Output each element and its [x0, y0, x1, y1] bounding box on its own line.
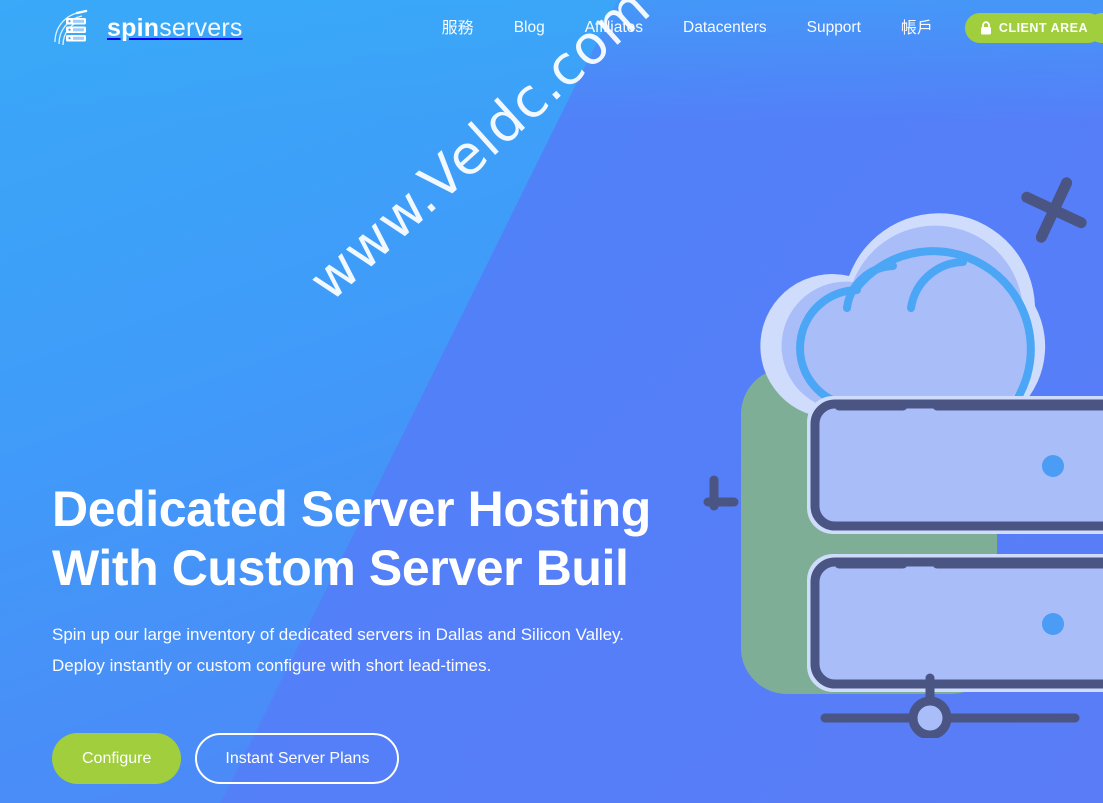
hero-copy: Dedicated Server Hosting With Custom Ser…: [52, 480, 752, 682]
server-rack-swoosh-icon: [54, 9, 88, 46]
nav-item-affiliates[interactable]: Affiliates: [565, 0, 663, 56]
nav-item-support[interactable]: Support: [787, 0, 881, 56]
hero-page: www.Veldc.com spinservers 服務 Blog Affili…: [0, 0, 1103, 803]
brand-wordmark: spinservers: [107, 13, 243, 42]
cloud-server-rack-illustration: [683, 0, 1103, 803]
hero-cta-group: Configure Instant Server Plans: [52, 733, 400, 784]
nav-item-account[interactable]: 帳戶: [881, 0, 953, 56]
server-rack-icon-2-led: [1042, 613, 1064, 635]
nav-item-services[interactable]: 服務: [422, 0, 494, 56]
brand-name-light: servers: [159, 13, 243, 42]
lock-icon: [980, 21, 991, 35]
client-area-label: CLIENT AREA: [998, 21, 1088, 35]
page-title: Dedicated Server Hosting With Custom Ser…: [52, 481, 651, 596]
nav-item-blog[interactable]: Blog: [494, 0, 565, 56]
hero-subtext: Spin up our large inventory of dedicated…: [52, 625, 625, 676]
slider-icon-knob: [908, 696, 952, 738]
instant-server-plans-button[interactable]: Instant Server Plans: [195, 733, 400, 784]
configure-button[interactable]: Configure: [52, 733, 182, 784]
client-area-button[interactable]: CLIENT AREA: [964, 13, 1103, 43]
server-rack-icon-1-led: [1042, 455, 1064, 477]
main-navigation: 服務 Blog Affiliates Datacenters Support 帳…: [422, 0, 1103, 56]
brand-logo[interactable]: spinservers: [52, 9, 243, 47]
brand-name-bold: spin: [107, 13, 160, 42]
nav-item-datacenters[interactable]: Datacenters: [663, 0, 787, 56]
site-header: spinservers 服務 Blog Affiliates Datacente…: [0, 0, 1103, 56]
